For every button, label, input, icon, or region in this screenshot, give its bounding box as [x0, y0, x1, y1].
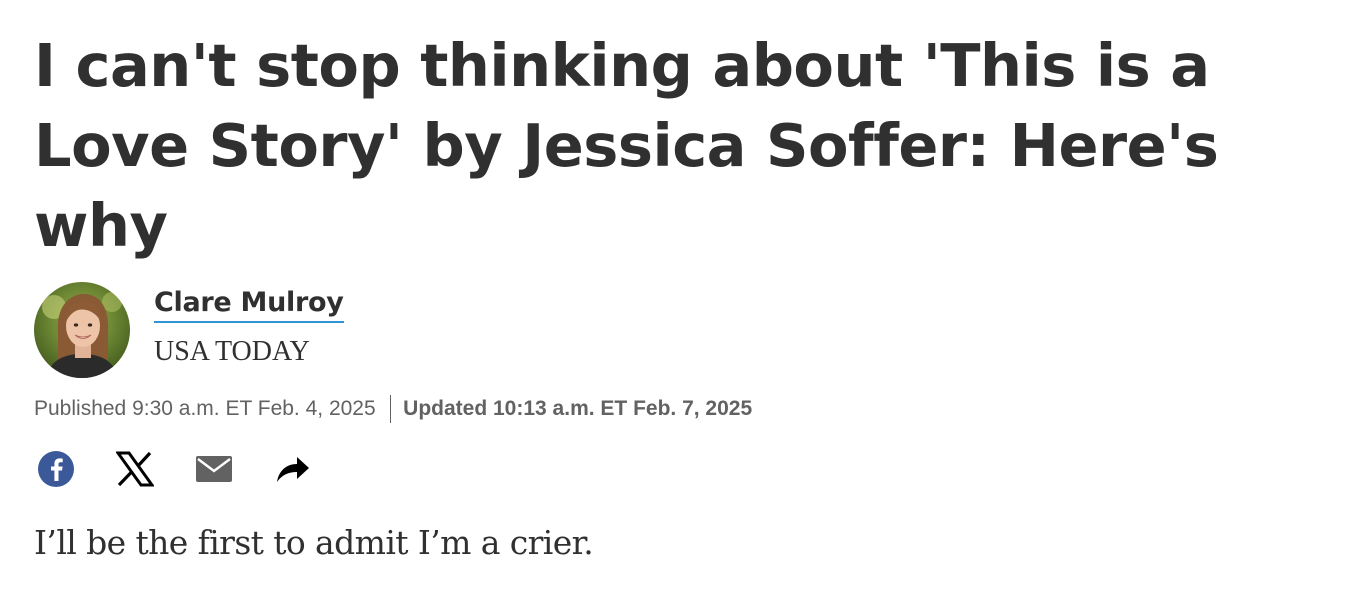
share-facebook-button[interactable]	[36, 449, 76, 489]
published-date: Published 9:30 a.m. ET Feb. 4, 2025	[34, 397, 376, 420]
author-block: Clare Mulroy USA TODAY	[154, 286, 344, 369]
email-icon	[196, 456, 232, 482]
date-divider	[389, 395, 392, 423]
headline: I can't stop thinking about 'This is a L…	[34, 31, 1219, 260]
share-arrow-icon	[277, 457, 309, 482]
byline: Clare Mulroy USA TODAY	[34, 282, 344, 378]
dateline: Published 9:30 a.m. ET Feb. 4, 2025 Upda…	[34, 395, 752, 423]
share-toolbar	[36, 449, 352, 489]
facebook-icon	[38, 451, 74, 487]
share-email-button[interactable]	[194, 449, 234, 489]
share-more-button[interactable]	[273, 449, 313, 489]
updated-date: Updated 10:13 a.m. ET Feb. 7, 2025	[403, 397, 753, 420]
author-name-link[interactable]: Clare Mulroy	[154, 286, 344, 323]
article-body-paragraph: I’ll be the first to admit I’m a crier.	[34, 523, 594, 562]
publication-name: USA TODAY	[154, 335, 310, 367]
author-avatar[interactable]	[34, 282, 130, 378]
article: I can't stop thinking about 'This is a L…	[34, 26, 1334, 562]
x-icon	[116, 451, 154, 487]
share-x-button[interactable]	[115, 449, 155, 489]
